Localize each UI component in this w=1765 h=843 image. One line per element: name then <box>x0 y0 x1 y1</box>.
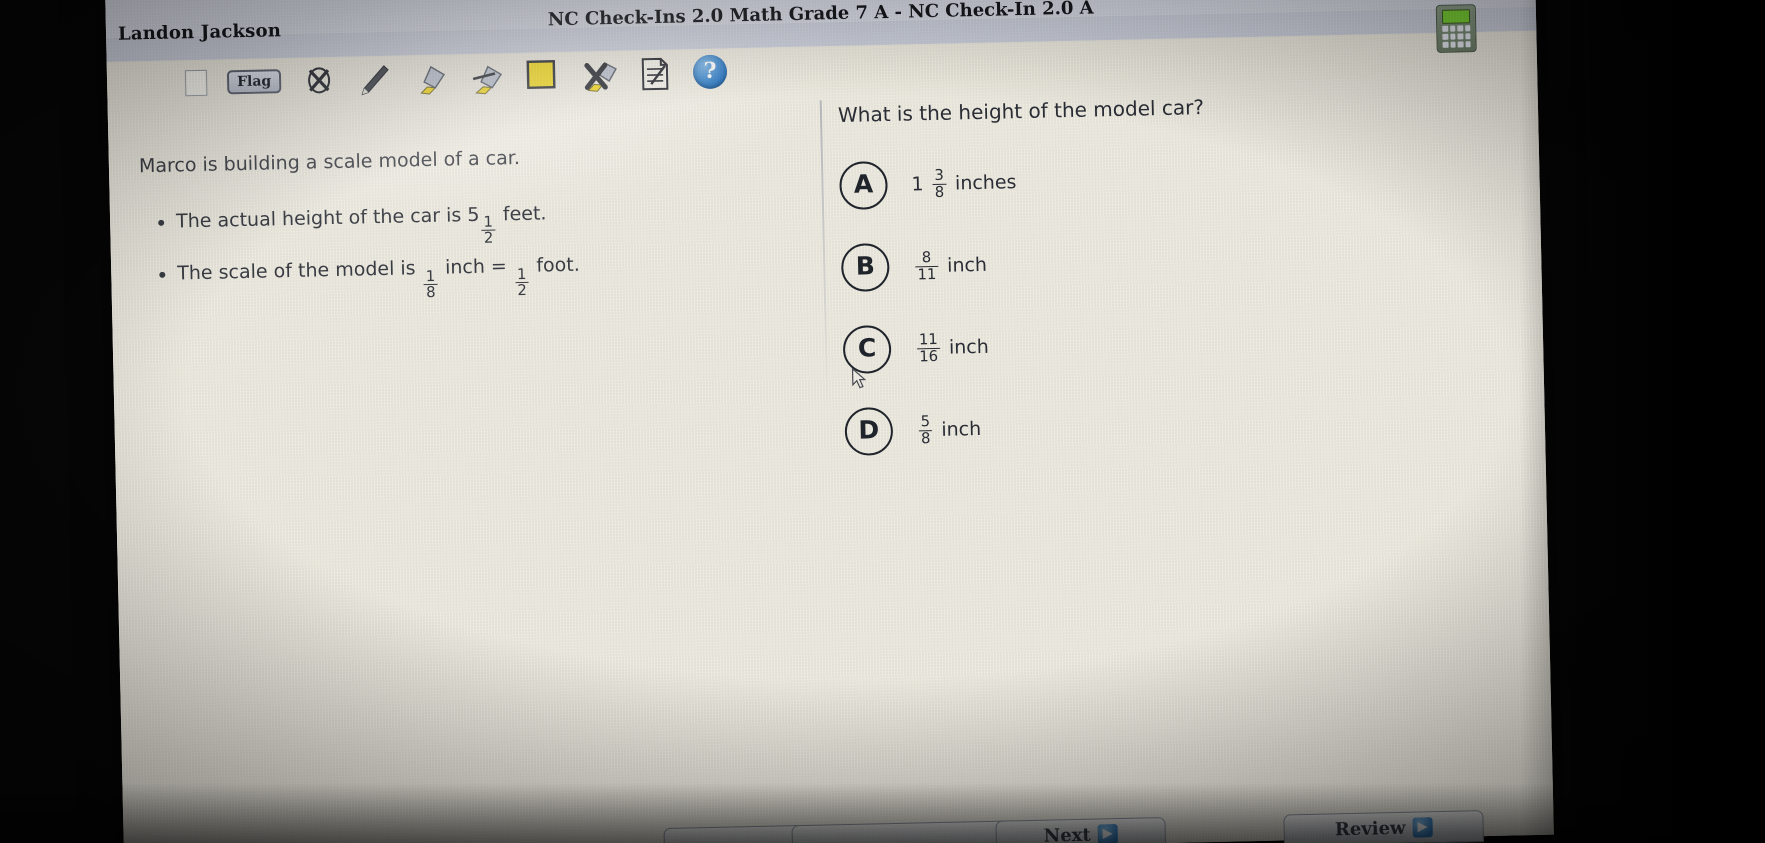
calculator-icon[interactable] <box>1435 4 1477 53</box>
option-text-d: 5 8 inch <box>917 413 982 447</box>
option-a-whole: 1 <box>911 173 924 196</box>
option-bubble-b[interactable]: B <box>840 242 890 292</box>
flag-button[interactable]: Flag <box>226 69 282 95</box>
back-button[interactable] <box>663 824 805 843</box>
answer-option-c[interactable]: C 11 16 inch <box>842 315 1364 374</box>
calculator-keys <box>1442 25 1471 48</box>
photo-of-screen: Landon Jackson North Carolina Cyber Acad… <box>0 0 1765 843</box>
answer-eliminator-icon[interactable] <box>301 63 338 98</box>
right-shadow <box>1520 0 1765 843</box>
clear-highlight-icon[interactable] <box>581 57 618 92</box>
review-button-label: Review <box>1334 817 1406 840</box>
option-bubble-d[interactable]: D <box>844 406 894 456</box>
option-c-unit: inch <box>948 335 989 359</box>
highlight-color-swatch[interactable] <box>525 58 562 93</box>
answer-option-b[interactable]: B 8 11 inch <box>840 233 1362 292</box>
highlighter-remove-icon[interactable] <box>469 59 506 95</box>
option-b-unit: inch <box>946 253 988 277</box>
notes-icon[interactable] <box>637 56 674 91</box>
option-bubble-a[interactable]: A <box>839 160 889 211</box>
option-a-fraction: 38 <box>932 167 947 201</box>
answer-column: What is the height of the model car? A 1… <box>838 91 1366 456</box>
option-a-unit: inches <box>954 171 1017 195</box>
option-b-fraction: 8 11 <box>915 249 939 283</box>
review-arrow-icon: ▶ <box>1412 817 1433 838</box>
mouse-cursor <box>851 367 868 389</box>
next-button-label: Next <box>1043 824 1091 843</box>
test-screen: Landon Jackson North Carolina Cyber Acad… <box>105 0 1554 843</box>
highlighter-icon[interactable] <box>413 61 450 96</box>
option-text-a: 1 3 8 inches <box>911 167 1017 200</box>
next-arrow-icon: ▶ <box>1097 824 1118 843</box>
question-bullets: The actual height of the car is 512 feet… <box>176 188 742 305</box>
option-d-fraction: 58 <box>918 413 933 447</box>
calculator-display <box>1441 9 1471 24</box>
pause-button[interactable] <box>791 820 1013 843</box>
answer-option-a[interactable]: A 1 3 8 inches <box>839 151 1360 211</box>
option-text-b: 8 11 inch <box>913 249 988 283</box>
fraction-one-half-2: 12 <box>515 265 530 299</box>
review-button[interactable]: Review ▶ <box>1283 810 1485 843</box>
fraction-one-eighth: 18 <box>423 267 438 301</box>
fraction-one-half: 12 <box>481 213 496 248</box>
option-d-unit: inch <box>941 417 982 441</box>
pencil-icon[interactable] <box>357 62 394 97</box>
option-text-c: 11 16 inch <box>915 331 989 365</box>
help-icon[interactable]: ? <box>692 54 728 90</box>
option-c-fraction: 11 16 <box>917 331 941 365</box>
flag-checkbox[interactable] <box>184 69 208 97</box>
next-button[interactable]: Next ▶ <box>995 817 1167 843</box>
question-left-column: Marco is building a scale model of a car… <box>139 140 742 306</box>
